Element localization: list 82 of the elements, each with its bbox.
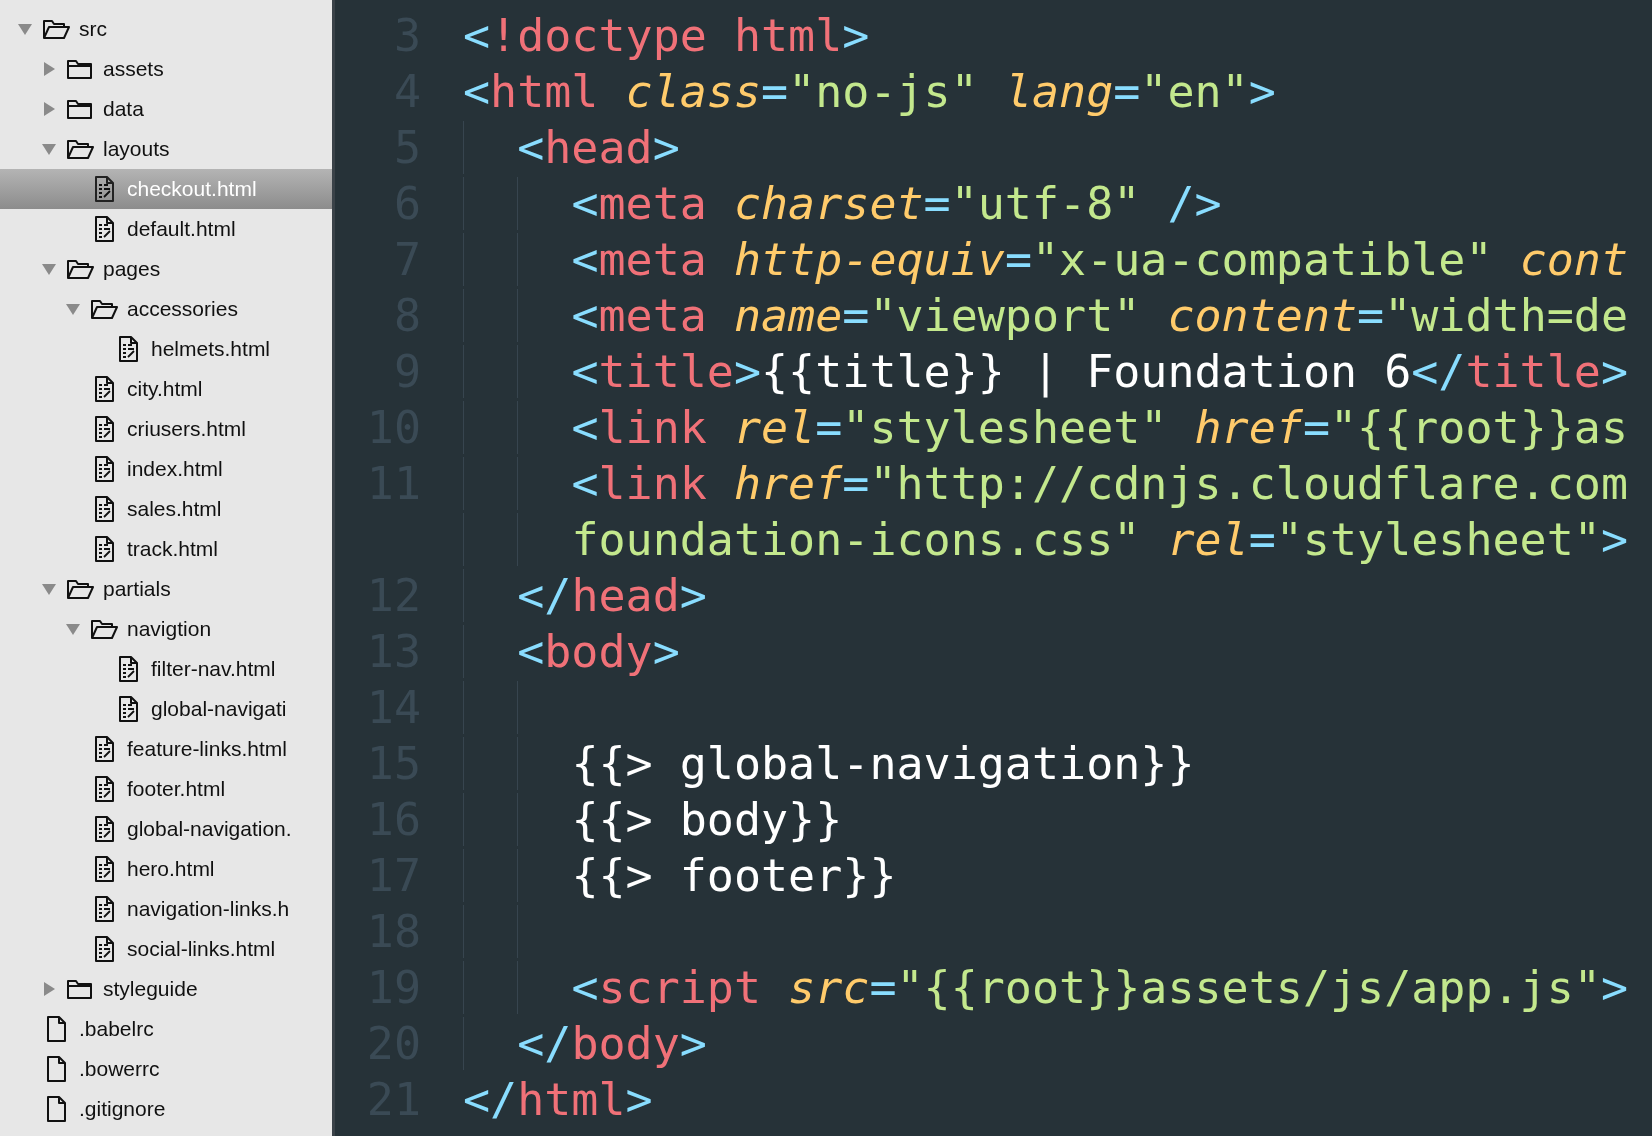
code-line: foundation-icons.css" rel="stylesheet"> <box>571 512 1628 566</box>
tree-item[interactable]: navigation-links.h <box>0 889 332 929</box>
tree-item[interactable]: styleguide <box>0 969 332 1009</box>
document-icon <box>45 1096 67 1122</box>
code-line: </html> <box>463 1072 653 1126</box>
tree-item[interactable]: partials <box>0 569 332 609</box>
code-line: <link rel="stylesheet" href="{{root}}as <box>571 400 1628 454</box>
tree-item[interactable]: global-navigation. <box>0 809 332 849</box>
document-icon <box>93 776 115 802</box>
tree-item[interactable]: data <box>0 89 332 129</box>
code-line: <meta charset="utf-8" /> <box>571 176 1222 230</box>
document-icon <box>93 176 115 202</box>
disclosure-triangle-icon[interactable] <box>42 102 56 116</box>
document-icon <box>93 856 115 882</box>
code-line: </head> <box>517 568 707 622</box>
document-icon <box>93 896 115 922</box>
tree-item[interactable]: pages <box>0 249 332 289</box>
disclosure-triangle-icon[interactable] <box>66 622 80 636</box>
code-line: <meta name="viewport" content="width=de <box>571 288 1628 342</box>
folder-icon <box>42 18 70 40</box>
code-line: <body> <box>517 624 680 678</box>
tree-item[interactable]: default.html <box>0 209 332 249</box>
disclosure-triangle-icon[interactable] <box>66 302 80 316</box>
folder-icon <box>66 98 94 120</box>
tree-item[interactable]: .gitignore <box>0 1089 332 1129</box>
document-icon <box>93 936 115 962</box>
tree-item[interactable]: accessories <box>0 289 332 329</box>
folder-icon <box>66 258 94 280</box>
code-line: {{> global-navigation}} <box>571 736 1195 790</box>
disclosure-triangle-icon[interactable] <box>42 982 56 996</box>
tree-item[interactable]: global-navigati <box>0 689 332 729</box>
tree-item[interactable]: index.html <box>0 449 332 489</box>
tree-item[interactable]: helmets.html <box>0 329 332 369</box>
disclosure-triangle-icon[interactable] <box>42 582 56 596</box>
tree-item[interactable]: sales.html <box>0 489 332 529</box>
code-line: <html class="no-js" lang="en"> <box>463 64 1276 118</box>
tree-item[interactable]: footer.html <box>0 769 332 809</box>
document-icon <box>117 656 139 682</box>
tree-item[interactable]: assets <box>0 49 332 89</box>
document-icon <box>93 456 115 482</box>
document-icon <box>45 1056 67 1082</box>
code-line: <head> <box>517 120 680 174</box>
code-line: {{> body}} <box>571 792 843 846</box>
tree-item[interactable]: src <box>0 9 332 49</box>
document-icon <box>93 816 115 842</box>
code-line: <link href="http://cdnjs.cloudflare.com <box>571 456 1628 510</box>
folder-icon <box>66 138 94 160</box>
document-icon <box>93 536 115 562</box>
disclosure-triangle-icon[interactable] <box>42 62 56 76</box>
document-icon <box>117 696 139 722</box>
document-icon <box>93 216 115 242</box>
code-line: <title>{{title}} | Foundation 6</title> <box>571 344 1628 398</box>
document-icon <box>117 336 139 362</box>
folder-icon <box>90 298 118 320</box>
document-icon <box>93 736 115 762</box>
code-line: </body> <box>517 1016 707 1070</box>
disclosure-triangle-icon[interactable] <box>42 262 56 276</box>
document-icon <box>93 496 115 522</box>
folder-icon <box>66 578 94 600</box>
folder-icon <box>90 618 118 640</box>
tree-item[interactable]: .bowerrc <box>0 1049 332 1089</box>
document-icon <box>93 416 115 442</box>
folder-icon <box>66 58 94 80</box>
folder-icon <box>66 978 94 1000</box>
tree-item[interactable]: navigtion <box>0 609 332 649</box>
code-line: {{> footer}} <box>571 848 897 902</box>
tree-item[interactable]: layouts <box>0 129 332 169</box>
tree-item[interactable]: filter-nav.html <box>0 649 332 689</box>
tree-item[interactable]: .babelrc <box>0 1009 332 1049</box>
disclosure-triangle-icon[interactable] <box>42 142 56 156</box>
code-line: <!doctype html> <box>463 8 870 62</box>
document-icon <box>93 376 115 402</box>
tree-item[interactable]: social-links.html <box>0 929 332 969</box>
document-icon <box>45 1016 67 1042</box>
tree-item[interactable]: hero.html <box>0 849 332 889</box>
tree-item[interactable]: city.html <box>0 369 332 409</box>
code-line: <meta http-equiv="x-ua-compatible" cont <box>571 232 1628 286</box>
code-line: <script src="{{root}}assets/js/app.js"> <box>571 960 1628 1014</box>
tree-item[interactable]: track.html <box>0 529 332 569</box>
disclosure-triangle-icon[interactable] <box>18 22 32 36</box>
tree-item[interactable]: feature-links.html <box>0 729 332 769</box>
tree-item[interactable]: criusers.html <box>0 409 332 449</box>
